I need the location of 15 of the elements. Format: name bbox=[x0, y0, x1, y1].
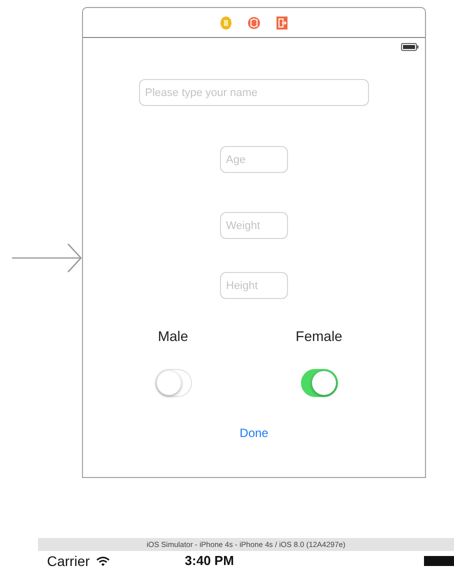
text-field[interactable]: Age bbox=[220, 146, 288, 173]
switch-label: Male bbox=[158, 327, 188, 346]
exit-icon[interactable] bbox=[276, 16, 288, 30]
carrier-label: Carrier bbox=[47, 552, 90, 570]
battery-icon bbox=[424, 556, 454, 566]
text-field[interactable]: Weight bbox=[220, 212, 288, 239]
done-button[interactable]: Done bbox=[238, 424, 270, 442]
status-time: 3:40 PM bbox=[184, 552, 234, 570]
battery-icon bbox=[401, 43, 419, 51]
toggle-switch[interactable] bbox=[154, 369, 192, 397]
switch-label: Female bbox=[296, 327, 342, 346]
name-field[interactable]: Please type your name bbox=[139, 79, 369, 106]
text-field[interactable]: Height bbox=[220, 272, 288, 299]
toggle-switch[interactable] bbox=[300, 369, 338, 397]
wifi-icon bbox=[96, 556, 110, 566]
